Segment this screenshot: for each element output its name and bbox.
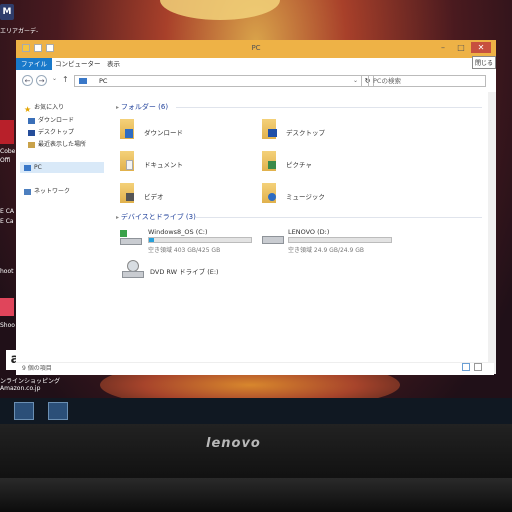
desktop-icon bbox=[28, 129, 35, 136]
desktop-icon-label: E CA bbox=[0, 208, 14, 215]
nav-desktop[interactable]: デスクトップ bbox=[28, 127, 74, 136]
drives-group-header[interactable]: ▸ デバイスとドライブ (3) bbox=[116, 212, 196, 222]
recent-dropdown-icon[interactable]: ⌄ bbox=[52, 75, 57, 82]
close-button[interactable]: ✕ bbox=[471, 42, 491, 53]
wallpaper-highlight bbox=[160, 0, 280, 20]
large-icons-view-icon[interactable] bbox=[474, 363, 482, 371]
brand-logo: lenovo bbox=[206, 436, 261, 451]
nav-favorites[interactable]: ★ お気に入り bbox=[24, 102, 65, 114]
desktop-icon-label: hoot bbox=[0, 268, 14, 275]
folder-label: ピクチャ bbox=[286, 161, 312, 169]
folder-label: デスクトップ bbox=[286, 129, 325, 137]
ribbon-tabs: ファイル コンピューター 表示 bbox=[16, 58, 496, 70]
desktop-icon-adobe[interactable] bbox=[0, 120, 14, 144]
tab-view[interactable]: 表示 bbox=[102, 58, 125, 70]
laptop-base bbox=[0, 478, 512, 512]
music-note-icon bbox=[268, 193, 276, 201]
desktop-icon-label: ンラインショッピング bbox=[0, 378, 61, 385]
desktop-icon-label: Shoo bbox=[0, 322, 15, 329]
nav-label: 最近表示した場所 bbox=[38, 141, 87, 148]
maximize-button[interactable]: □ bbox=[454, 42, 468, 53]
drive-free-space: 空き領域 403 GB/425 GB bbox=[148, 247, 221, 254]
nav-recent[interactable]: 最近表示した場所 bbox=[28, 139, 86, 148]
download-icon bbox=[28, 117, 35, 124]
navigation-pane: ★ お気に入り ダウンロード デスクトップ 最近表示した場所 PC ネットワーク bbox=[16, 92, 111, 362]
drive-usage-bar bbox=[148, 237, 252, 243]
taskbar-explorer-button[interactable] bbox=[48, 402, 68, 420]
recent-places-icon bbox=[28, 141, 35, 148]
monitor-icon bbox=[268, 129, 277, 137]
drive-usage-fill bbox=[149, 238, 155, 242]
nav-label: デスクトップ bbox=[38, 129, 75, 136]
folders-group-header[interactable]: ▸ フォルダー (6) bbox=[116, 102, 168, 112]
folder-label: ドキュメント bbox=[144, 161, 183, 169]
drive-usage-bar bbox=[288, 237, 392, 243]
divider bbox=[176, 107, 482, 108]
back-button[interactable]: ← bbox=[22, 75, 33, 86]
nav-label: PC bbox=[34, 164, 42, 171]
dvd-drive-icon bbox=[122, 260, 144, 280]
explorer-window: PC – □ ✕ ファイル コンピューター 表示 ← → ⌄ ↑ PC ⌄ ↻ … bbox=[16, 40, 496, 375]
pc-icon bbox=[24, 164, 31, 171]
window-title: PC bbox=[251, 44, 261, 52]
address-row: ← → ⌄ ↑ PC ⌄ ↻ PCの検索 bbox=[16, 70, 496, 93]
network-icon bbox=[24, 188, 31, 195]
drive-label: DVD RW ドライブ (E:) bbox=[150, 268, 219, 276]
nav-pc[interactable]: PC bbox=[24, 164, 42, 171]
up-button[interactable]: ↑ bbox=[62, 75, 69, 84]
desktop-icon-label: Cobe bbox=[0, 148, 16, 155]
minimize-button[interactable]: – bbox=[436, 42, 450, 53]
desktop-icon-m[interactable]: M bbox=[0, 4, 14, 20]
desktop-icon-label: Amazon.co.jp bbox=[0, 385, 41, 392]
desktop-icon-label: E Ca bbox=[0, 218, 14, 225]
forward-button[interactable]: → bbox=[36, 75, 47, 86]
chevron-down-icon[interactable]: ⌄ bbox=[353, 77, 358, 84]
nav-downloads[interactable]: ダウンロード bbox=[28, 115, 74, 124]
desktop-icon-label[interactable]: エリアガーデ- bbox=[0, 26, 38, 35]
nav-label: ダウンロード bbox=[38, 117, 75, 124]
drive-label: Windows8_OS (C:) bbox=[148, 228, 208, 236]
divider bbox=[196, 217, 482, 218]
pc-icon bbox=[79, 78, 87, 84]
desktop-icon-app[interactable] bbox=[0, 298, 14, 316]
drive-label: LENOVO (D:) bbox=[288, 228, 330, 236]
tab-file[interactable]: ファイル bbox=[16, 58, 52, 70]
close-tooltip: 閉じる bbox=[472, 56, 497, 69]
star-icon: ★ bbox=[24, 104, 32, 114]
drive-free-space: 空き領域 24.9 GB/24.9 GB bbox=[288, 247, 364, 254]
status-bar: 9 個の項目 bbox=[16, 362, 494, 375]
details-view-icon[interactable] bbox=[462, 363, 470, 371]
nav-label: ネットワーク bbox=[34, 188, 71, 195]
film-icon bbox=[126, 193, 134, 201]
windows-drive-icon bbox=[120, 230, 142, 246]
nav-network[interactable]: ネットワーク bbox=[24, 186, 70, 195]
group-title: フォルダー (6) bbox=[120, 103, 169, 111]
document-icon bbox=[126, 160, 133, 170]
tab-computer[interactable]: コンピューター bbox=[50, 58, 106, 70]
folder-label: ダウンロード bbox=[144, 129, 183, 137]
taskbar-desktop-button[interactable] bbox=[14, 402, 34, 420]
taskbar bbox=[0, 398, 512, 424]
nav-label: お気に入り bbox=[34, 104, 65, 111]
desktop-icon-label: Offi bbox=[0, 157, 11, 164]
folder-label: ミュージック bbox=[286, 193, 325, 201]
drive-icon bbox=[262, 236, 284, 244]
folder-label: ビデオ bbox=[144, 193, 164, 201]
download-arrow-icon bbox=[125, 129, 133, 138]
search-input[interactable]: PCの検索 bbox=[368, 75, 486, 87]
address-path: PC bbox=[99, 77, 108, 85]
content-pane: ▸ フォルダー (6) ダウンロード デスクトップ ドキュメント ピクチャ ビデ… bbox=[110, 92, 488, 362]
scrollbar[interactable] bbox=[488, 92, 496, 374]
group-title: デバイスとドライブ (3) bbox=[120, 213, 196, 221]
address-bar[interactable]: PC ⌄ bbox=[74, 75, 362, 87]
title-bar[interactable]: PC – □ ✕ bbox=[16, 40, 496, 58]
picture-icon bbox=[268, 161, 276, 169]
